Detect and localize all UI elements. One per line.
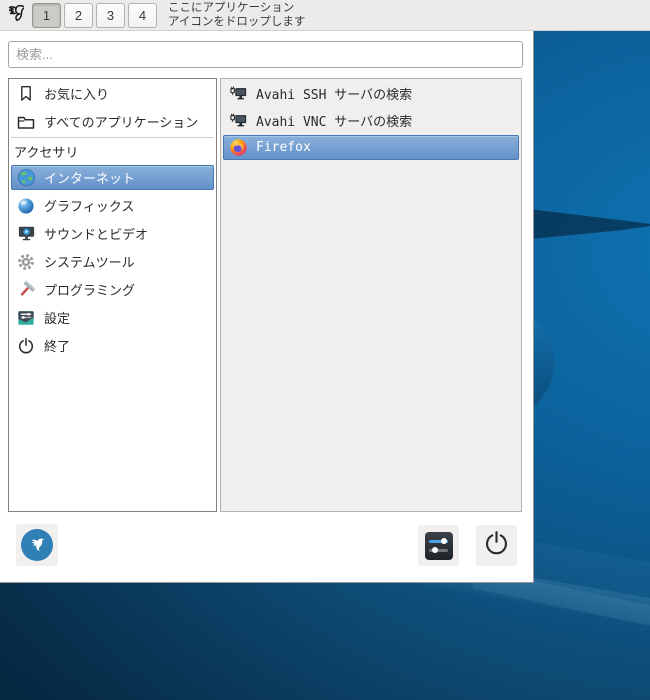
- app-label: Firefox: [256, 140, 311, 155]
- folder-icon: [16, 112, 36, 132]
- category-item-development[interactable]: プログラミング: [11, 277, 214, 302]
- bookmark-icon: [16, 84, 36, 104]
- app-item-firefox[interactable]: Firefox: [223, 135, 519, 160]
- category-label: 終了: [44, 339, 71, 354]
- hummingbird-icon: [5, 1, 27, 30]
- workspace-button-1[interactable]: 1: [32, 2, 61, 28]
- desktop: 1 2 3 4 ここにアプリケーション アイコンをドロップします お気に入り す…: [0, 0, 650, 700]
- workspace-button-4[interactable]: 4: [128, 2, 157, 28]
- network-monitor-icon: [228, 111, 248, 131]
- app-label: Avahi VNC サーバの検索: [256, 115, 413, 130]
- settings-manager-button[interactable]: [418, 525, 459, 566]
- category-label: アクセサリ: [14, 145, 79, 160]
- category-item-settings[interactable]: 設定: [11, 305, 214, 330]
- category-label: システムツール: [44, 255, 135, 270]
- orb-icon: [16, 196, 36, 216]
- category-item-multimedia[interactable]: サウンドとビデオ: [11, 221, 214, 246]
- hummingbird-logo-icon: [21, 529, 53, 561]
- firefox-icon: [228, 138, 248, 158]
- drop-hint-line1: ここにアプリケーション: [168, 2, 295, 14]
- category-item-graphics[interactable]: グラフィックス: [11, 193, 214, 218]
- category-separator: [11, 137, 214, 138]
- category-label: 設定: [44, 311, 71, 326]
- app-label: Avahi SSH サーバの検索: [256, 88, 413, 103]
- globe-icon: [16, 168, 36, 188]
- category-label: インターネット: [44, 171, 136, 186]
- drop-hint-line2: アイコンをドロップします: [168, 16, 306, 28]
- app-item-avahi-ssh[interactable]: Avahi SSH サーバの検索: [223, 81, 519, 106]
- whisker-menu-button[interactable]: [4, 2, 28, 29]
- app-item-avahi-vnc[interactable]: Avahi VNC サーバの検索: [223, 108, 519, 133]
- settings-manager-icon: [424, 531, 453, 560]
- category-list: お気に入り すべてのアプリケーション アクセサリ インターネット グラフィックス…: [8, 78, 217, 512]
- category-label: すべてのアプリケーション: [44, 115, 199, 130]
- gear-icon: [16, 252, 36, 272]
- media-player-icon: [16, 224, 36, 244]
- hatchet-icon: [16, 280, 36, 300]
- category-item-system-tools[interactable]: システムツール: [11, 249, 214, 274]
- whisker-menu: お気に入り すべてのアプリケーション アクセサリ: [0, 31, 534, 583]
- category-label: お気に入り: [44, 87, 110, 102]
- category-label: グラフィックス: [44, 199, 135, 214]
- distro-logo-button[interactable]: [16, 524, 58, 566]
- category-label: プログラミング: [44, 283, 136, 298]
- search-input[interactable]: [8, 41, 523, 68]
- application-list: Avahi SSH サーバの検索 Avahi VNC サーバの検索 Firefo…: [220, 78, 522, 512]
- category-item-all-applications[interactable]: すべてのアプリケーション: [11, 109, 214, 134]
- category-item-logout[interactable]: 終了: [11, 333, 214, 358]
- settings-icon: [16, 308, 36, 328]
- power-icon: [483, 530, 510, 562]
- launcher-drop-hint: ここにアプリケーション アイコンをドロップします: [168, 1, 305, 29]
- power-icon: [16, 336, 36, 356]
- logout-button[interactable]: [476, 525, 517, 566]
- network-monitor-icon: [228, 84, 248, 104]
- wallpaper-wedge-shape: [528, 208, 650, 240]
- category-item-internet[interactable]: インターネット: [11, 165, 214, 190]
- top-panel: 1 2 3 4 ここにアプリケーション アイコンをドロップします: [0, 0, 650, 31]
- workspace-button-3[interactable]: 3: [96, 2, 125, 28]
- workspace-button-2[interactable]: 2: [64, 2, 93, 28]
- category-label: サウンドとビデオ: [44, 227, 149, 242]
- category-item-accessories[interactable]: アクセサリ: [11, 141, 214, 162]
- category-item-favorites[interactable]: お気に入り: [11, 81, 214, 106]
